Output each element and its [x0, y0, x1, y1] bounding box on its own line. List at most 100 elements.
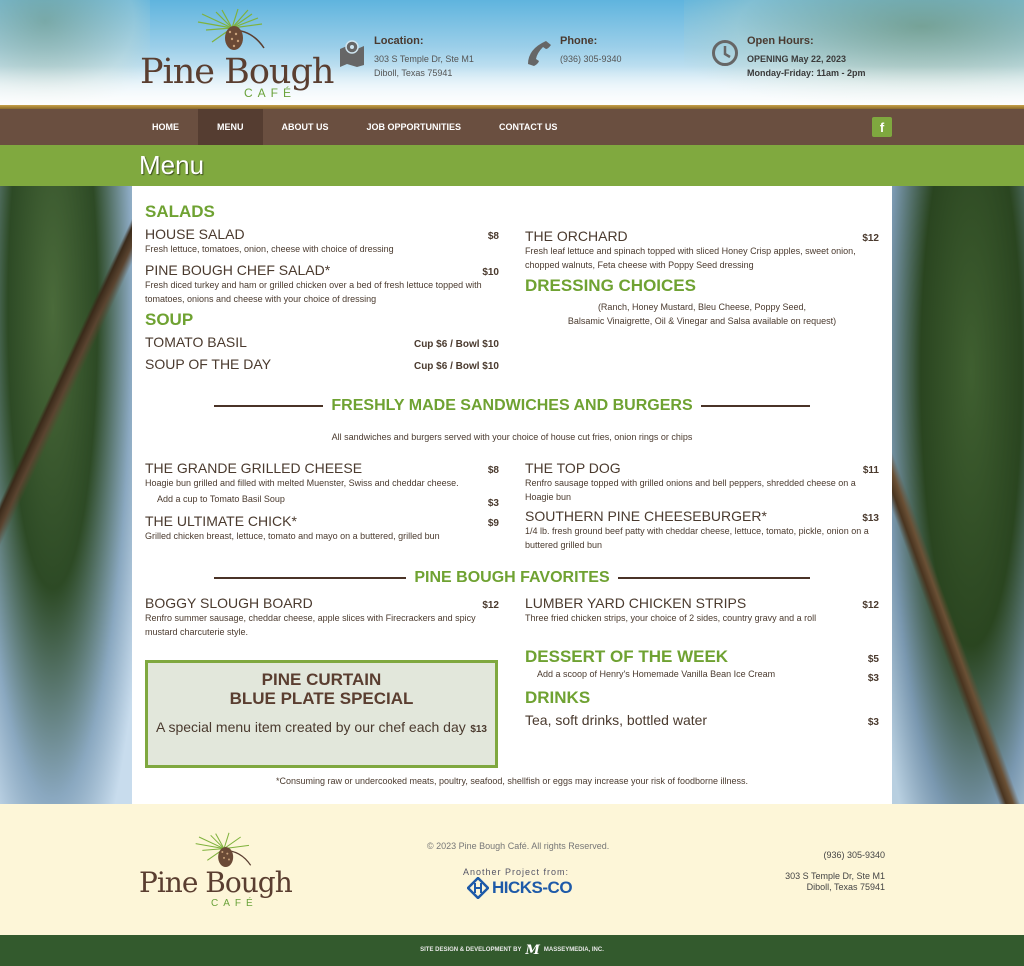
item-price: Cup $6 / Bowl $10 [413, 361, 499, 372]
favorites-left-column: BOGGY SLOUGH BOARD $12 Renfro summer saus… [145, 595, 499, 639]
item-desc: Fresh diced turkey and ham or grilled ch… [145, 280, 482, 304]
section-divider-favorites: PINE BOUGH FAVORITES [214, 569, 810, 587]
food-safety-disclaimer: *Consuming raw or undercooked meats, pou… [275, 776, 749, 786]
location-line1: 303 S Temple Dr, Ste M1 [374, 54, 474, 64]
item-name: TOMATO BASIL [145, 334, 247, 350]
pine-bough-icon [197, 8, 265, 50]
item-desc: Grilled chicken breast, lettuce, tomato … [145, 531, 440, 541]
hours-line1: OPENING May 22, 2023 [747, 54, 847, 64]
section-title-favorites: PINE BOUGH FAVORITES [414, 569, 610, 586]
sandwiches-left-column: THE GRANDE GRILLED CHEESE $8 Hoagie bun g… [145, 460, 499, 543]
menu-item: THE TOP DOG $11 Renfro sausage topped wit… [525, 460, 879, 504]
phone-icon [528, 41, 551, 66]
section-title-soup: SOUP [145, 310, 194, 329]
credit-name: MASSEYMEDIA, INC. [543, 947, 604, 953]
item-price: Cup $6 / Bowl $10 [413, 339, 499, 350]
main-nav: HOME MENU ABOUT US JOB OPPORTUNITIES CON… [0, 109, 1024, 145]
favorites-right-column: LUMBER YARD CHICKEN STRIPS $12 Three frie… [525, 595, 879, 728]
item-price: $3 [867, 717, 879, 728]
item-price: $8 [487, 231, 499, 242]
logo-wordmark: Pine Bough [140, 52, 334, 92]
menu-item: THE ORCHARD $12 Fresh leaf lettuce and sp… [525, 228, 879, 272]
hicks-co-icon [467, 877, 489, 899]
section-title-dressing: DRESSING CHOICES [525, 276, 696, 295]
item-desc: Renfro summer sausage, cheddar cheese, a… [145, 613, 476, 637]
nav-job-opportunities[interactable]: JOB OPPORTUNITIES [348, 109, 481, 145]
item-name: PINE BOUGH CHEF SALAD* [145, 262, 331, 278]
item-name: THE ULTIMATE CHICK* [145, 513, 297, 529]
nav-menu[interactable]: MENU [198, 109, 263, 145]
nav-home[interactable]: HOME [133, 109, 198, 145]
sandwiches-note: All sandwiches and burgers served with y… [331, 432, 693, 442]
addon-row: Add a cup to Tomato Basil Soup $3 [145, 494, 499, 509]
footer-logo[interactable]: Pine Bough CAFÉ [139, 832, 293, 912]
item-price: $12 [482, 600, 499, 611]
special-price: $13 [470, 724, 487, 735]
nav-contact-us[interactable]: CONTACT US [480, 109, 576, 145]
salads-soup-column: SALADS HOUSE SALAD $8 Fresh lettuce, toma… [145, 202, 499, 372]
divider-line [700, 405, 810, 407]
dressing-line2: Balsamic Vinaigrette, Oil & Vinegar and … [567, 316, 837, 326]
special-desc: A special menu item created by our chef … [156, 719, 466, 735]
pine-trees-background-left [0, 186, 132, 804]
item-desc: Renfro sausage topped with grilled onion… [525, 478, 856, 502]
footer: Pine Bough CAFÉ © 2023 Pine Bough Café. … [0, 804, 1024, 935]
menu-item: THE ULTIMATE CHICK* $9 Grilled chicken br… [145, 513, 499, 543]
header: Pine Bough CAFÉ Location: 303 S Temple D… [0, 0, 1024, 106]
location-line2: Diboll, Texas 75941 [374, 68, 453, 78]
site-credit[interactable]: SITE DESIGN & DEVELOPMENT BY M MASSEYMED… [420, 935, 604, 966]
header-phone: Phone: (936) 305-9340 [524, 35, 622, 67]
orchard-dressing-column: THE ORCHARD $12 Fresh leaf lettuce and sp… [525, 228, 879, 328]
addon-text: Add a scoop of Henry's Homemade Vanilla … [537, 669, 776, 679]
footer-logo-subtitle: CAFÉ [211, 898, 258, 909]
dessert-header: DESSERT OF THE WEEK $5 [525, 647, 879, 667]
hours-line2: Monday-Friday: 11am - 2pm [747, 68, 866, 78]
pine-trees-background-right [892, 186, 1024, 804]
section-title-salads: SALADS [145, 202, 215, 221]
footer-phone[interactable]: (936) 305-9340 [785, 850, 885, 861]
divider-line [214, 577, 407, 579]
item-name: THE ORCHARD [525, 228, 628, 244]
section-title-drinks: DRINKS [525, 688, 591, 707]
footer-contact: (936) 305-9340 303 S Temple Dr, Ste M1 D… [785, 850, 885, 893]
special-title-2: BLUE PLATE SPECIAL [229, 689, 414, 708]
item-price: $13 [862, 513, 879, 524]
dressing-line1: (Ranch, Honey Mustard, Bleu Cheese, Popp… [597, 302, 807, 312]
item-price: $9 [487, 518, 499, 529]
item-name: HOUSE SALAD [145, 226, 245, 242]
item-price: $12 [862, 233, 879, 244]
credit-prefix: SITE DESIGN & DEVELOPMENT BY [420, 947, 522, 953]
hours-label: Open Hours: [747, 35, 814, 47]
item-desc: 1/4 lb. fresh ground beef patty with che… [525, 526, 869, 550]
phone-value[interactable]: (936) 305-9340 [560, 52, 622, 66]
site-logo[interactable]: Pine Bough CAFÉ [140, 8, 334, 100]
header-hours: Open Hours: OPENING May 22, 2023 Monday-… [711, 35, 866, 80]
item-desc: Fresh leaf lettuce and spinach topped wi… [525, 246, 856, 270]
addon-price: $3 [867, 673, 879, 684]
hicks-co-logo[interactable]: HICKS-CO [467, 877, 573, 899]
section-divider-sandwiches: FRESHLY MADE SANDWICHES AND BURGERS [214, 397, 810, 415]
item-price: $11 [862, 465, 879, 476]
item-desc: Three fried chicken strips, your choice … [525, 613, 817, 623]
menu-item: Tea, soft drinks, bottled water $3 [525, 712, 879, 728]
addon-row: Add a scoop of Henry's Homemade Vanilla … [525, 669, 879, 684]
menu-item: PINE BOUGH CHEF SALAD* $10 Fresh diced tu… [145, 262, 499, 306]
menu-item: SOUTHERN PINE CHEESEBURGER* $13 1/4 lb. f… [525, 508, 879, 552]
nav-about-us[interactable]: ABOUT US [263, 109, 348, 145]
addon-price: $3 [487, 498, 499, 509]
sandwiches-right-column: THE TOP DOG $11 Renfro sausage topped wit… [525, 460, 879, 552]
special-title-1: PINE CURTAIN [261, 670, 382, 689]
phone-label: Phone: [560, 35, 598, 47]
page-title-band: Menu [0, 145, 1024, 186]
masseymedia-logo-icon: M [525, 943, 540, 958]
item-desc: Fresh lettuce, tomatoes, onion, cheese w… [145, 244, 394, 254]
section-title-sandwiches: FRESHLY MADE SANDWICHES AND BURGERS [331, 397, 693, 414]
menu-item: THE GRANDE GRILLED CHEESE $8 Hoagie bun g… [145, 460, 499, 509]
page-title: Menu [139, 150, 205, 180]
menu-item: HOUSE SALAD $8 Fresh lettuce, tomatoes, o… [145, 226, 499, 256]
logo-subtitle: CAFÉ [244, 86, 297, 100]
clock-icon [712, 40, 738, 66]
facebook-icon[interactable]: f [872, 117, 892, 137]
item-name: THE TOP DOG [525, 460, 621, 476]
footer-logo-wordmark: Pine Bough [139, 866, 293, 899]
